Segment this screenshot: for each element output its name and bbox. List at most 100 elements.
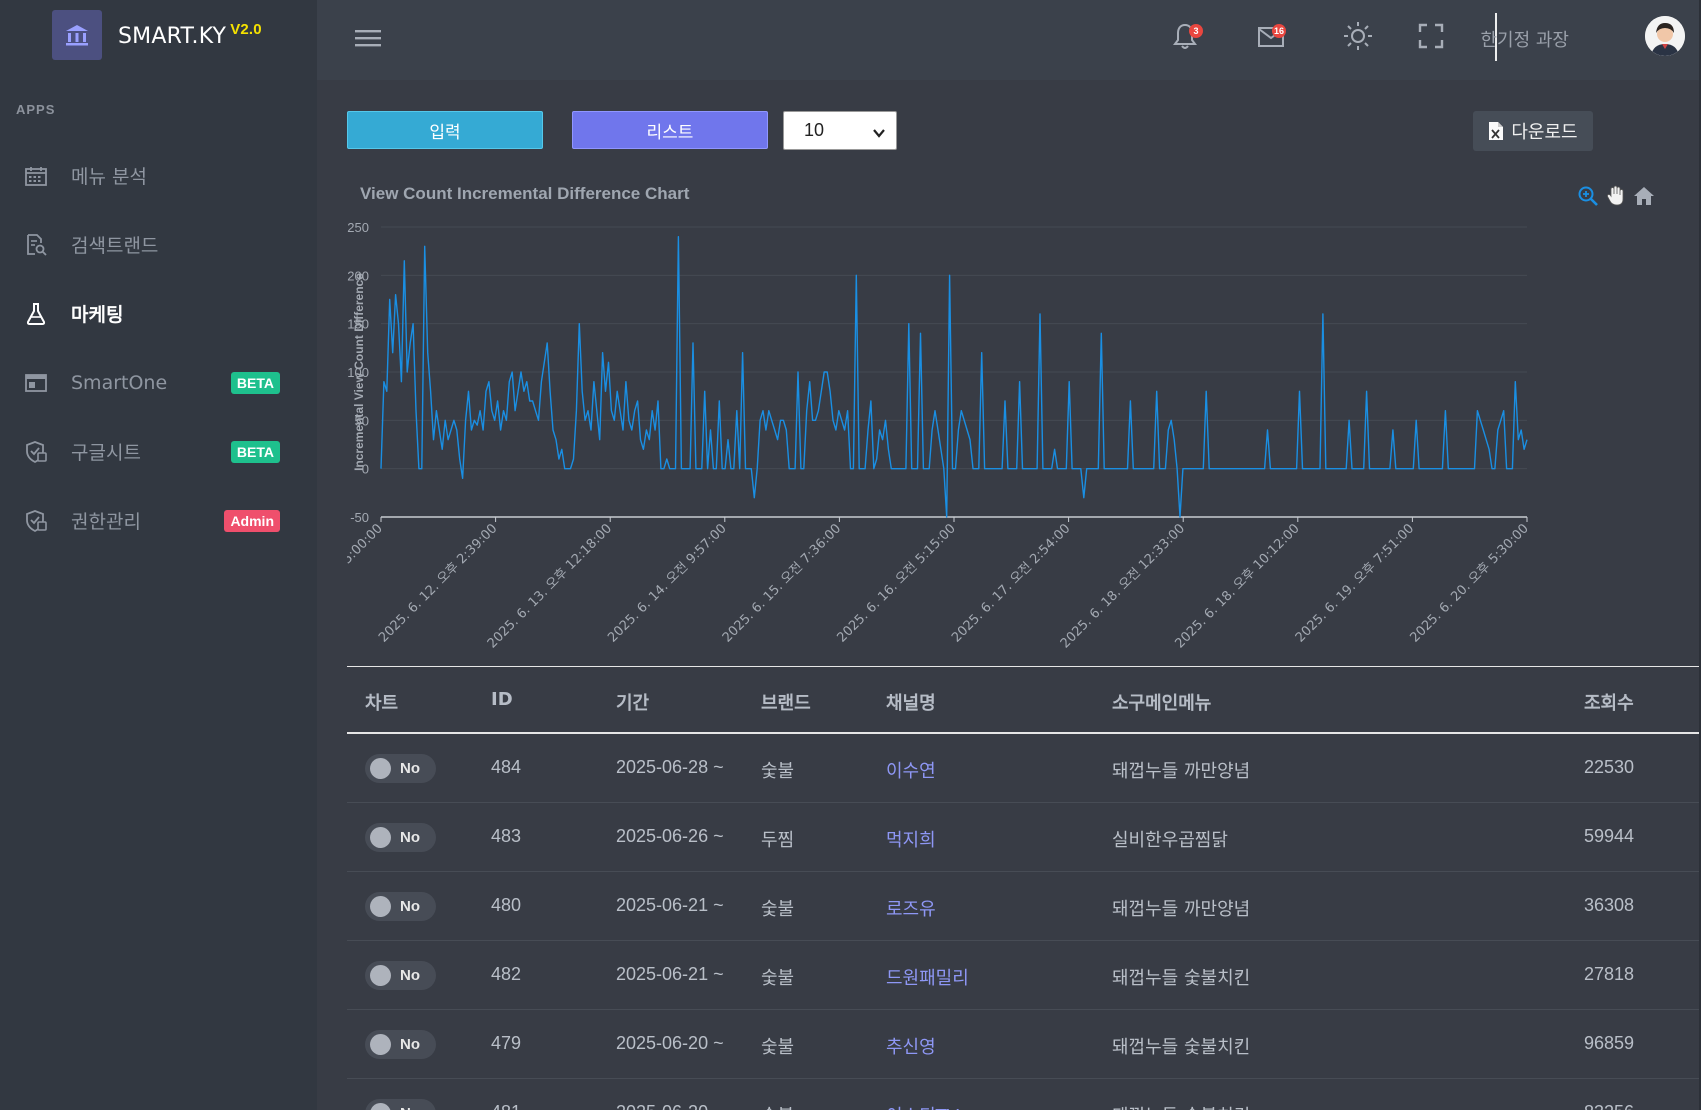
column-header[interactable]: 차트 [365, 689, 398, 715]
x-tick-label: 2025. 6. 18. 오후 10:12:00 [1172, 521, 1302, 651]
column-header[interactable]: 채널명 [886, 689, 936, 715]
x-tick-label: 2025. 6. 15. 오전 7:36:00 [720, 521, 844, 645]
reset-home-icon[interactable] [1632, 184, 1656, 208]
cell-id: 482 [491, 964, 522, 984]
column-header[interactable]: 소구메인메뉴 [1112, 689, 1211, 715]
sidebar-badge: BETA [230, 371, 280, 394]
line-chart[interactable]: -50050100150200250Incremental View Count… [347, 215, 1667, 655]
menu-toggle-icon[interactable] [355, 28, 381, 53]
sidebar-item-5[interactable]: 구글시트 BETA [0, 417, 317, 486]
fullscreen-button[interactable] [1414, 21, 1448, 55]
page-size-select[interactable]: 10 [783, 111, 897, 150]
cell-views: 96859 [1584, 1033, 1635, 1053]
window-icon [24, 371, 48, 395]
table-header: 차트 ID 기간 브랜드 채널명 소구메인메뉴 조회수 [347, 666, 1699, 734]
zoom-icon[interactable] [1576, 184, 1600, 208]
data-table: 차트 ID 기간 브랜드 채널명 소구메인메뉴 조회수 No 484 2025-06-28 ~ 숯… [347, 666, 1699, 1110]
apps-section-label: APPS [16, 102, 56, 117]
cell-period: 2025-06-20 ~ [616, 1102, 724, 1110]
cell-channel[interactable]: 로즈유 [886, 895, 936, 921]
sidebar-nav: 메뉴 분석검색트랜드마케팅 SmartOne BETA 구글시트 BETA 권한관리 Adm… [0, 141, 317, 555]
cell-id: 479 [491, 1033, 522, 1053]
sidebar-badge: BETA [230, 440, 280, 463]
column-header[interactable]: ID [491, 689, 513, 710]
sidebar-item-label: 구글시트 [71, 442, 141, 464]
notifications-button[interactable]: 3 [1168, 21, 1203, 55]
toggle-label: No [400, 1036, 420, 1053]
chart-toggle-switch[interactable]: No [365, 892, 436, 921]
cell-id: 484 [491, 757, 522, 777]
column-header[interactable]: 브랜드 [761, 689, 811, 715]
theme-toggle-button[interactable] [1341, 21, 1375, 55]
x-tick-label: 2025. 6. 13. 오후 12:18:00 [485, 521, 615, 651]
sidebar-item-label: 메뉴 분석 [71, 166, 147, 188]
cell-channel[interactable]: 추신영 [886, 1033, 936, 1059]
bank-icon [52, 10, 102, 60]
x-tick-label: 2025. 6. 19. 오후 7:51:00 [1293, 521, 1417, 645]
cell-brand: 숯불 [761, 761, 795, 782]
toggle-label: No [400, 898, 420, 915]
y-tick-label: 250 [347, 220, 369, 235]
cell-menu: 실비한우곱찜닭 [1112, 830, 1228, 851]
sidebar-item-3[interactable]: 마케팅 [0, 279, 317, 348]
cell-views: 59944 [1584, 826, 1635, 846]
chart-title: View Count Incremental Difference Chart [360, 184, 690, 203]
document-search-icon [24, 233, 48, 257]
fullscreen-icon [1418, 23, 1444, 54]
chart-toolbar [1576, 184, 1656, 208]
column-header[interactable]: 조회수 [1584, 689, 1634, 715]
pan-hand-icon[interactable] [1604, 184, 1628, 208]
table-row: No 479 2025-06-20 ~ 숯불 추신영 돼껍누들 숯불치킨 96859 [347, 1010, 1699, 1079]
toggle-label: No [400, 967, 420, 984]
messages-button[interactable]: 16 [1254, 21, 1288, 55]
sidebar-item-1[interactable]: 메뉴 분석 [0, 141, 317, 210]
flask-icon [24, 302, 48, 326]
cell-brand: 두찜 [761, 830, 795, 851]
table-row: No 483 2025-06-26 ~ 두찜 먹지희 실비한우곱찜닭 59944 [347, 803, 1699, 872]
cell-menu: 돼껍누들 까만양념 [1112, 761, 1251, 782]
list-button[interactable]: 리스트 [572, 111, 768, 149]
chevron-down-icon [872, 124, 886, 145]
cell-channel[interactable]: 먹지희 [886, 826, 936, 852]
user-name[interactable]: 한기정 과장 [1480, 26, 1569, 52]
x-tick-label: 2025. 6. 16. 오전 5:15:00 [834, 521, 958, 645]
chart-toggle-switch[interactable]: No [365, 961, 436, 990]
cell-period: 2025-06-26 ~ [616, 826, 724, 846]
chart-toggle-switch[interactable]: No [365, 823, 436, 852]
chart-toggle-switch[interactable]: No [365, 754, 436, 783]
notifications-count-badge: 3 [1189, 24, 1203, 38]
sidebar-item-4[interactable]: SmartOne BETA [0, 348, 317, 417]
cell-period: 2025-06-21 ~ [616, 895, 724, 915]
download-label: 다운로드 [1511, 122, 1578, 143]
shield-check-icon [24, 440, 48, 464]
cell-period: 2025-06-21 ~ [616, 964, 724, 984]
cell-channel[interactable]: 이소티TV [886, 1102, 959, 1110]
cell-channel[interactable]: 이수연 [886, 757, 936, 783]
brand[interactable]: SMART.KY V2.0 [52, 10, 262, 60]
x-tick-label: 2025. 6. 17. 오전 2:54:00 [949, 521, 1073, 645]
y-tick-label: -50 [350, 510, 369, 525]
user-avatar[interactable] [1645, 16, 1685, 56]
cell-menu: 돼껍누들 숯불치킨 [1112, 968, 1251, 989]
table-row: No 482 2025-06-21 ~ 숯불 드원패밀리 돼껍누들 숯불치킨 27818 [347, 941, 1699, 1010]
cell-views: 83256 [1584, 1102, 1634, 1110]
cell-period: 2025-06-20 ~ [616, 1033, 724, 1053]
cell-brand: 숯불 [761, 899, 795, 920]
cell-brand: 숯불 [761, 1102, 794, 1110]
cell-channel[interactable]: 드원패밀리 [886, 964, 969, 990]
sidebar-item-label: 검색트랜드 [71, 235, 159, 257]
page-size-value: 10 [804, 120, 825, 140]
input-button[interactable]: 입력 [347, 111, 543, 149]
download-button[interactable]: 다운로드 [1473, 111, 1593, 151]
chart-toggle-switch[interactable]: No [365, 1030, 436, 1059]
topbar: 3 16 한기정 과장 [317, 0, 1701, 80]
cell-menu: 돼껍누들 까만양념 [1112, 899, 1251, 920]
column-header[interactable]: 기간 [616, 689, 649, 715]
sidebar-item-6[interactable]: 권한관리 Admin [0, 486, 317, 555]
sidebar-badge: Admin [224, 509, 280, 532]
chart-toggle-switch[interactable]: No [365, 1099, 436, 1110]
calendar-grid-icon [24, 164, 48, 188]
toggle-knob [370, 1103, 391, 1110]
table-body: No 484 2025-06-28 ~ 숯불 이수연 돼껍누들 까만양념 22530 No 48… [347, 734, 1699, 1110]
sidebar-item-2[interactable]: 검색트랜드 [0, 210, 317, 279]
